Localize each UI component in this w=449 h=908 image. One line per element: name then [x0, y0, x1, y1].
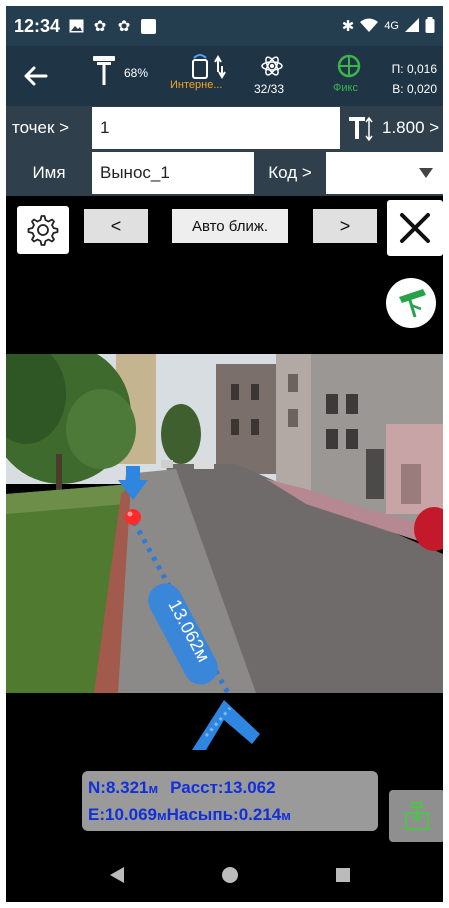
stakeout-mode-button[interactable] [386, 278, 436, 328]
store-point-icon [405, 802, 429, 830]
nav-recents-icon[interactable] [336, 868, 350, 882]
point-number-field[interactable]: 1 [92, 107, 340, 149]
east-unit: м [157, 808, 167, 823]
gnss-receiver-icon[interactable] [92, 54, 116, 88]
app-notification-icon [140, 18, 156, 34]
readout-line-2: E:10.069мНасыпь:0.214м [88, 802, 372, 829]
code-dropdown[interactable] [326, 152, 443, 194]
point-name-field[interactable]: Вынос_1 [92, 152, 254, 194]
precision-horizontal: П: 0,016 [391, 62, 437, 76]
street-scene [6, 354, 443, 693]
point-row: точек > 1 1.800 > [6, 106, 443, 150]
next-point-button[interactable]: > [313, 209, 377, 243]
store-point-button[interactable] [389, 790, 443, 842]
gallery-notification-icon [68, 18, 84, 34]
north-label: N: [88, 778, 106, 797]
heading-chevron-icon [192, 700, 260, 750]
status-bar: 12:34 ✿ ✿ ✱ 4G [6, 6, 443, 46]
network-type: 4G [384, 20, 399, 32]
gear-icon [27, 215, 59, 246]
ar-camera-view[interactable]: 13.062м [6, 354, 443, 693]
points-selector-button[interactable]: точек > [6, 106, 92, 150]
name-row: Имя Вынос_1 Код > [6, 150, 443, 196]
internet-connection-icon[interactable] [190, 54, 228, 80]
close-icon [400, 213, 430, 243]
antenna-height-button[interactable]: 1.800 > [348, 115, 439, 141]
previous-point-button[interactable]: < [84, 209, 148, 243]
nav-home-icon[interactable] [222, 867, 238, 883]
precision-readout: П: 0,016 В: 0,020 [392, 59, 437, 99]
fill-label: Насыпь: [166, 805, 239, 824]
battery-icon [425, 16, 435, 36]
distance-value: 13.062 [223, 778, 276, 797]
satellite-count: 32/33 [254, 82, 285, 96]
fill-unit: м [281, 808, 291, 823]
back-arrow-icon [24, 66, 48, 86]
nav-back-icon[interactable] [110, 867, 124, 883]
east-value: 10.069 [105, 805, 157, 824]
antenna-height-value: 1.800 > [382, 118, 440, 137]
gnss-toolbar: 68% Интерне... 32/33 Фикс П: 0,016 В: 0,… [6, 46, 443, 106]
precision-vertical: В: 0,020 [392, 82, 437, 96]
back-button[interactable] [20, 60, 52, 92]
dropdown-arrow-icon [419, 168, 433, 178]
distance-label-readout: Расст: [170, 778, 224, 797]
settings-notification-icon-2: ✿ [117, 18, 131, 35]
fix-solution-icon[interactable] [336, 53, 362, 79]
auto-nearest-button[interactable]: Авто ближ. [172, 209, 288, 243]
antenna-height-icon [349, 116, 373, 141]
east-label: E: [88, 805, 105, 824]
app-frame: 12:34 ✿ ✿ ✱ 4G 68% Интерне... 32/33 Фикс… [6, 6, 443, 902]
name-label: Имя [32, 163, 66, 182]
signal-icon [405, 17, 419, 35]
fix-solution-label: Фикс [333, 82, 358, 94]
stakeout-readout: N:8.321м Расст:13.062 E:10.069мНасыпь:0.2… [82, 771, 378, 831]
ar-settings-button[interactable] [17, 206, 69, 254]
settings-notification-icon: ✿ [93, 18, 107, 35]
north-value: 8.321 [105, 778, 149, 797]
code-selector-button[interactable]: Код > [254, 150, 326, 196]
status-right: ✱ 4G [341, 16, 435, 36]
stakeout-pole-icon [399, 289, 426, 318]
status-time: 12:34 [14, 15, 61, 36]
satellite-icon[interactable] [260, 54, 284, 78]
wifi-icon [360, 18, 379, 35]
system-nav-bar [6, 848, 443, 902]
close-ar-button[interactable] [387, 200, 443, 256]
connection-label: Интерне... [170, 79, 223, 91]
receiver-battery: 68% [124, 66, 149, 80]
north-unit: м [148, 781, 159, 796]
readout-line-1: N:8.321м Расст:13.062 [88, 775, 372, 802]
fill-value: 0.214 [238, 805, 282, 824]
bluetooth-icon: ✱ [341, 18, 355, 35]
